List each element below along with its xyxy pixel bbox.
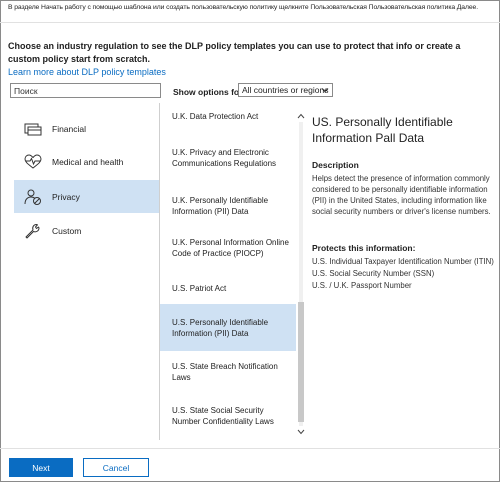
template-list: U.K. Data Protection Act U.K. Privacy an… <box>160 103 308 440</box>
template-detail-title: US. Personally Identifiable Information … <box>312 115 453 145</box>
template-item[interactable]: U.K. Privacy and Electronic Communicatio… <box>160 141 296 177</box>
template-item[interactable]: U.S. State Social Security Number Confid… <box>160 399 296 435</box>
template-item[interactable]: U.S. State Breach Notification Laws <box>160 355 296 391</box>
template-label: U.S. Personally Identifiable Information… <box>172 318 269 338</box>
category-medical-and-health[interactable]: Medical and health <box>14 145 159 178</box>
protected-info-item: U.S. Individual Taxpayer Identification … <box>312 257 494 266</box>
chevron-down-icon[interactable] <box>296 428 306 436</box>
template-item[interactable]: U.K. Personally Identifiable Information… <box>160 189 296 225</box>
template-label: U.K. Personal Information Online Code of… <box>172 238 289 258</box>
template-label: U.K. Personally Identifiable Information… <box>172 196 269 216</box>
wrench-icon <box>25 224 40 239</box>
scrollbar-thumb[interactable] <box>298 302 304 422</box>
heart-pulse-icon <box>24 154 42 169</box>
region-select[interactable]: All countries or regions <box>238 83 333 97</box>
template-item[interactable]: U.S. Patriot Act <box>160 277 296 301</box>
protects-heading: Protects this information: <box>312 243 416 253</box>
template-label: U.S. State Social Security Number Confid… <box>172 406 274 426</box>
category-label: Financial <box>52 124 87 134</box>
top-divider <box>0 22 500 23</box>
footer-divider <box>0 448 500 449</box>
learn-more-link[interactable]: Learn more about DLP policy templates <box>8 67 166 77</box>
cancel-button[interactable]: Cancel <box>83 458 149 477</box>
category-label: Custom <box>52 226 82 236</box>
next-button[interactable]: Next <box>9 458 73 477</box>
person-privacy-icon <box>24 189 41 205</box>
chevron-down-icon <box>321 88 329 93</box>
category-custom[interactable]: Custom <box>14 214 159 247</box>
instruction-note: В разделе Начать работу с помощью шаблон… <box>8 4 479 11</box>
description-text: Helps detect the presence of information… <box>312 174 491 216</box>
credit-card-icon <box>24 123 42 136</box>
category-label: Medical and health <box>52 157 124 167</box>
category-label: Privacy <box>52 192 80 202</box>
template-label: U.S. Patriot Act <box>172 284 227 293</box>
template-item[interactable]: U.K. Data Protection Act <box>160 103 296 127</box>
template-label: U.K. Data Protection Act <box>172 112 259 121</box>
template-scrollbar[interactable] <box>296 112 306 436</box>
category-financial[interactable]: Financial <box>14 112 159 145</box>
intro-text: Choose an industry regulation to see the… <box>8 41 461 64</box>
template-item[interactable]: U.K. Personal Information Online Code of… <box>160 233 296 269</box>
template-label: U.S. State Breach Notification Laws <box>172 362 278 382</box>
category-privacy[interactable]: Privacy <box>14 180 159 213</box>
chevron-up-icon[interactable] <box>296 112 306 120</box>
template-item-selected[interactable]: U.S. Personally Identifiable Information… <box>160 304 296 351</box>
show-options-label: Show options for <box>173 87 243 97</box>
search-input[interactable] <box>10 83 161 98</box>
protected-info-item: U.S. Social Security Number (SSN) <box>312 269 435 278</box>
region-select-value: All countries or regions <box>242 85 329 95</box>
protected-info-item: U.S. / U.K. Passport Number <box>312 281 412 290</box>
description-heading: Description <box>312 160 359 170</box>
template-label: U.K. Privacy and Electronic Communicatio… <box>172 148 277 168</box>
